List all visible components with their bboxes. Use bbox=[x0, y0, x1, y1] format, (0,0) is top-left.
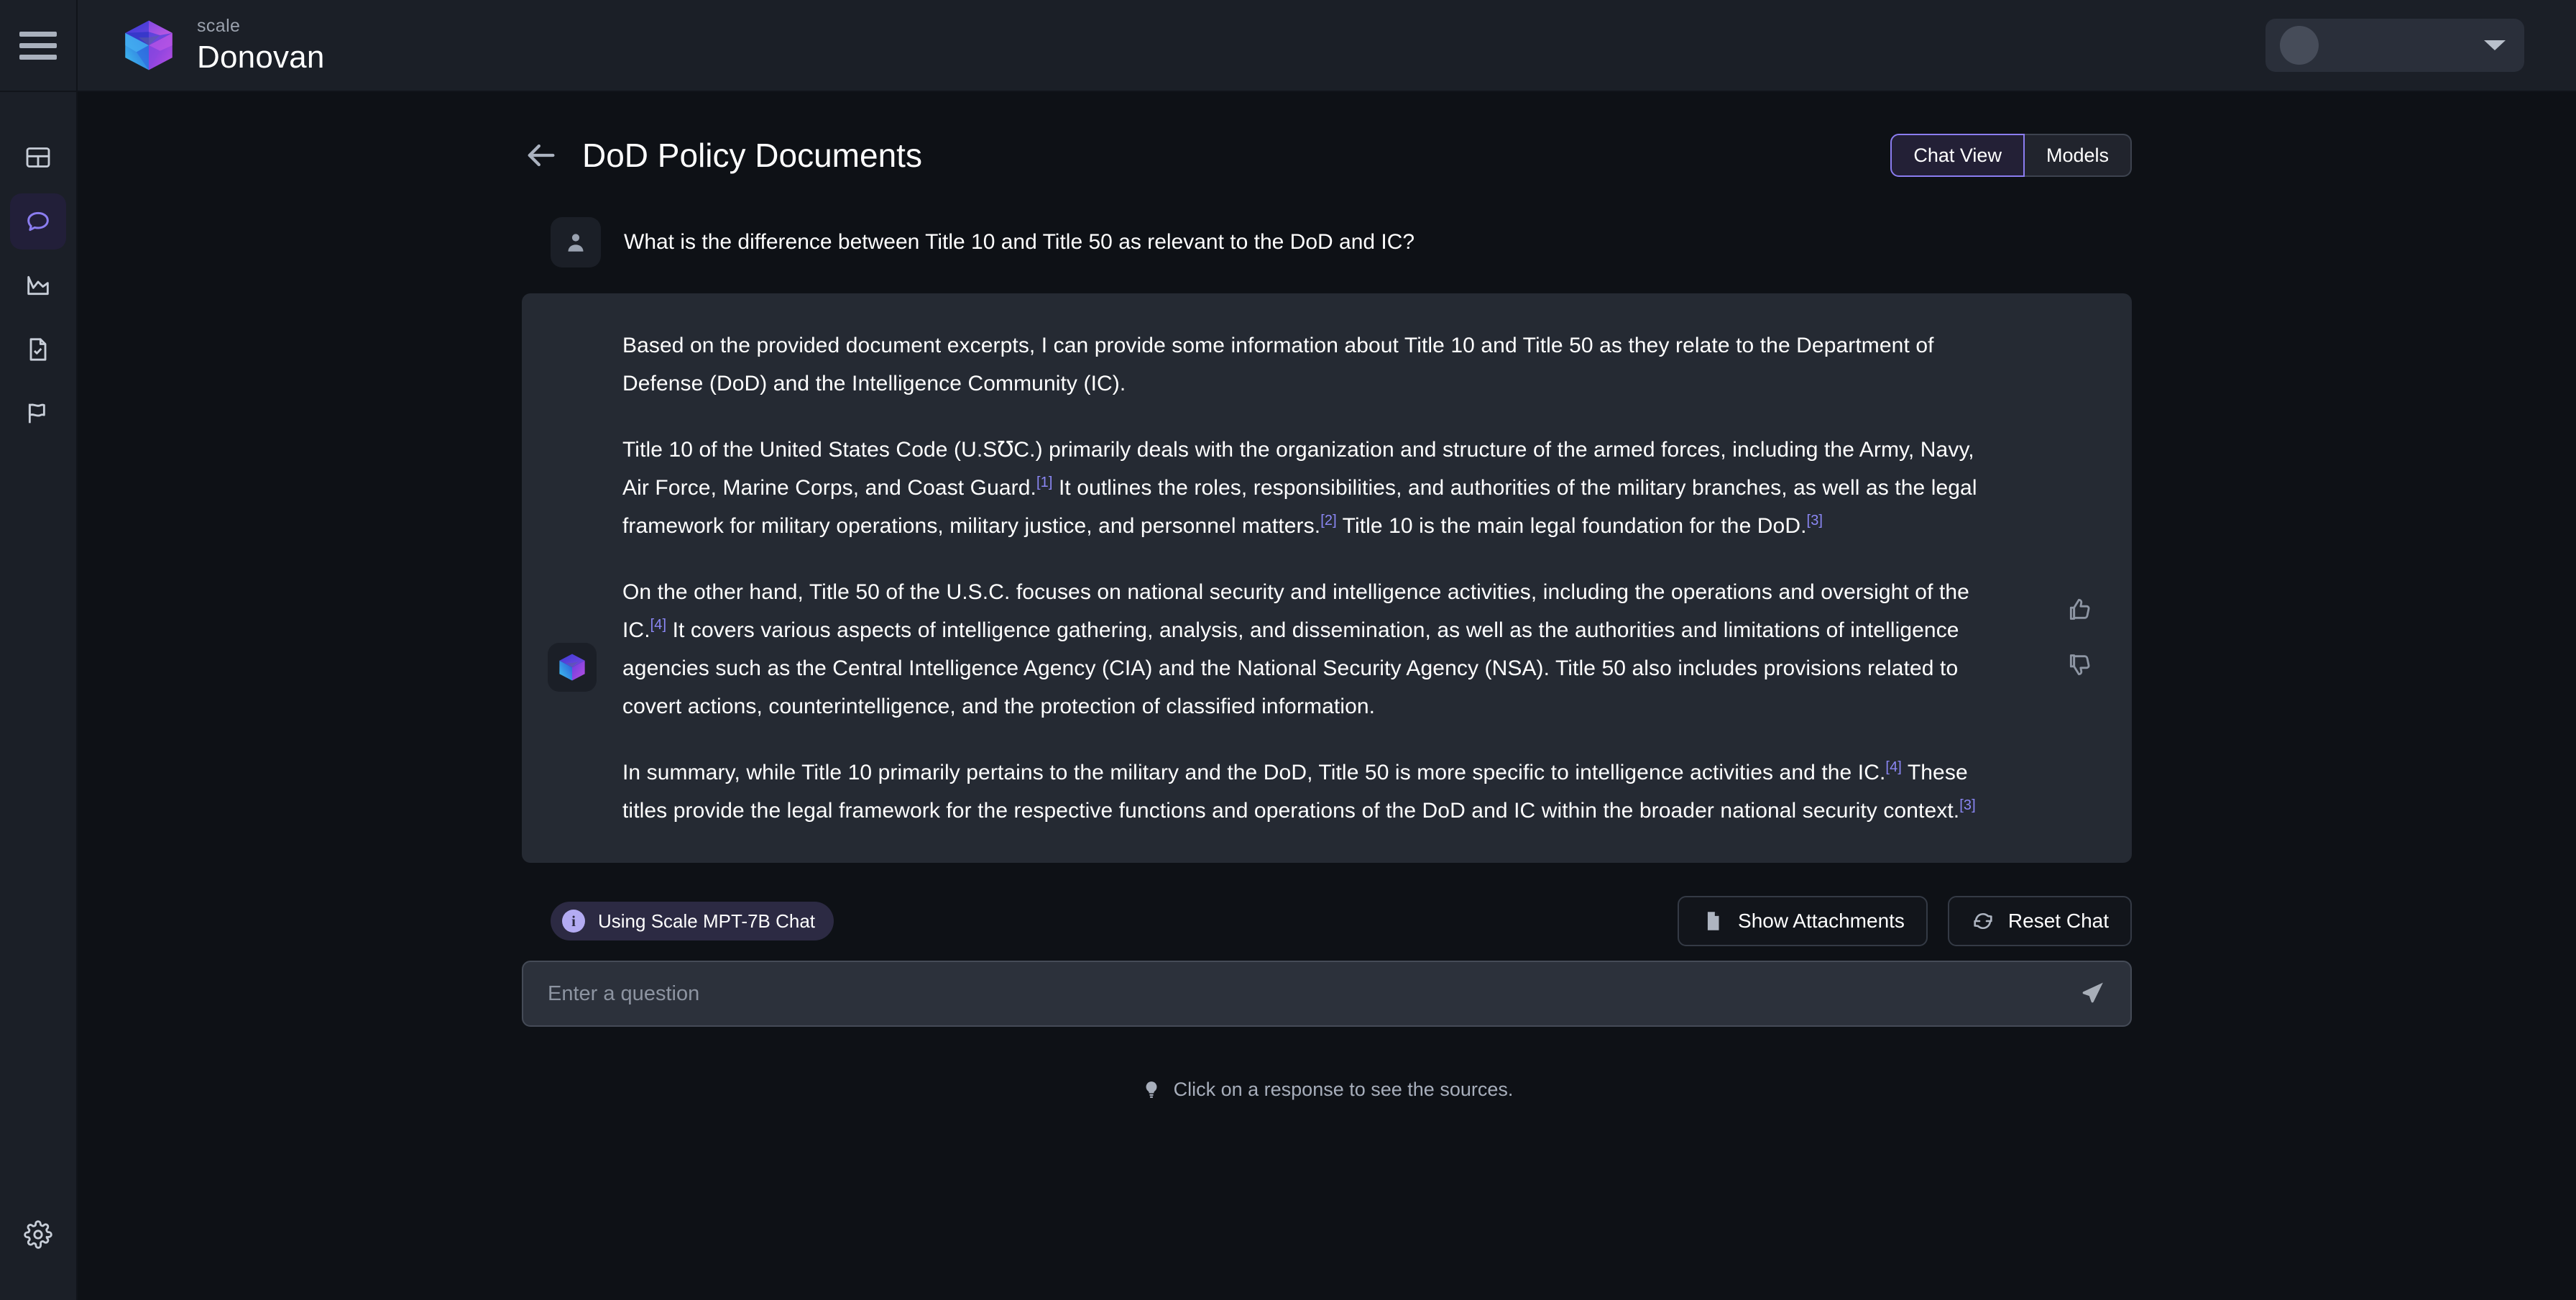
assistant-paragraph: On the other hand, Title 50 of the U.S.C… bbox=[622, 580, 1969, 718]
scale-donovan-cube-logo bbox=[559, 654, 585, 681]
thumbs-up-icon[interactable] bbox=[2066, 595, 2094, 624]
show-attachments-button[interactable]: Show Attachments bbox=[1678, 896, 1928, 946]
brand-text: scale Donovan bbox=[197, 17, 325, 73]
page-header: DoD Policy Documents Chat View Models bbox=[522, 134, 2132, 177]
model-badge-label: Using Scale MPT-7B Chat bbox=[598, 910, 816, 932]
sidebar bbox=[0, 92, 78, 1300]
citation-link[interactable]: [3] bbox=[1807, 513, 1823, 528]
assistant-paragraph: Based on the provided document excerpts,… bbox=[622, 334, 1934, 395]
thumbs-down-icon[interactable] bbox=[2066, 650, 2094, 679]
arrow-left-icon[interactable] bbox=[522, 137, 559, 174]
person-icon bbox=[568, 234, 584, 252]
send-paper-plane-icon[interactable] bbox=[2077, 979, 2107, 1009]
tab-chat-view[interactable]: Chat View bbox=[1890, 134, 2025, 177]
sources-hint-text: Click on a response to see the sources. bbox=[1173, 1079, 1514, 1100]
top-bar: scale Donovan bbox=[0, 0, 2576, 92]
brand-block[interactable]: scale Donovan bbox=[78, 17, 325, 73]
chat-bubble-icon bbox=[27, 211, 49, 232]
sidebar-item-settings[interactable] bbox=[10, 1207, 66, 1263]
assistant-response-card[interactable]: Based on the provided document excerpts,… bbox=[522, 293, 2132, 863]
document-icon bbox=[1707, 912, 1719, 930]
sidebar-item-dashboard[interactable] bbox=[10, 129, 66, 186]
brand-donovan-label: Donovan bbox=[197, 40, 325, 75]
show-attachments-label: Show Attachments bbox=[1738, 910, 1905, 932]
page-title: DoD Policy Documents bbox=[582, 137, 922, 174]
assistant-paragraph: In summary, while Title 10 primarily per… bbox=[622, 759, 1976, 823]
citation-link[interactable]: [3] bbox=[1959, 797, 1976, 813]
brand-scale-label: scale bbox=[197, 16, 241, 36]
user-avatar bbox=[551, 217, 601, 267]
sidebar-item-analytics[interactable] bbox=[10, 257, 66, 313]
gear-icon bbox=[24, 1220, 52, 1249]
assistant-paragraph: Title 10 of the United States Code (U.S℧… bbox=[622, 438, 1977, 538]
grid-dashboard-icon bbox=[26, 147, 50, 168]
citation-link[interactable]: [1] bbox=[1036, 475, 1053, 490]
citation-link[interactable]: [4] bbox=[1885, 759, 1902, 775]
bar-chart-icon bbox=[27, 275, 49, 296]
model-badge[interactable]: i Using Scale MPT-7B Chat bbox=[551, 902, 834, 940]
chat-area: What is the difference between Title 10 … bbox=[522, 217, 2132, 1101]
sidebar-item-chat[interactable] bbox=[10, 193, 66, 250]
user-message-text: What is the difference between Title 10 … bbox=[624, 230, 1415, 254]
scale-donovan-cube-logo bbox=[125, 20, 172, 70]
composer bbox=[522, 961, 2132, 1027]
search-input[interactable] bbox=[522, 961, 2132, 1027]
feedback-controls bbox=[2066, 595, 2094, 679]
tab-models[interactable]: Models bbox=[2024, 134, 2132, 177]
sources-hint: Click on a response to see the sources. bbox=[522, 1079, 2132, 1101]
main-content: DoD Policy Documents Chat View Models Wh… bbox=[78, 92, 2576, 1300]
sidebar-item-documents[interactable] bbox=[10, 321, 66, 377]
document-check-icon bbox=[29, 338, 47, 361]
assistant-avatar bbox=[548, 643, 597, 692]
assistant-gutter bbox=[522, 326, 622, 830]
hamburger-menu-icon[interactable] bbox=[19, 31, 57, 60]
citation-link[interactable]: [4] bbox=[650, 617, 667, 633]
chat-toolbar: i Using Scale MPT-7B Chat Show Attachmen… bbox=[522, 896, 2132, 946]
view-toggle: Chat View Models bbox=[1890, 134, 2132, 177]
citation-link[interactable]: [2] bbox=[1320, 513, 1337, 528]
avatar bbox=[2280, 26, 2319, 65]
flag-icon bbox=[28, 403, 45, 424]
lightbulb-icon bbox=[1146, 1081, 1157, 1098]
menu-button-zone[interactable] bbox=[0, 0, 78, 91]
info-circle-icon: i bbox=[562, 910, 585, 933]
sidebar-item-flags[interactable] bbox=[10, 385, 66, 441]
user-message-row: What is the difference between Title 10 … bbox=[522, 217, 2132, 267]
reset-chat-label: Reset Chat bbox=[2007, 910, 2109, 932]
chevron-down-icon[interactable] bbox=[2484, 40, 2506, 50]
assistant-answer-body: Based on the provided document excerpts,… bbox=[622, 326, 2100, 830]
refresh-icon bbox=[1974, 912, 1992, 930]
account-menu[interactable] bbox=[2266, 19, 2524, 72]
body-row: DoD Policy Documents Chat View Models Wh… bbox=[0, 92, 2576, 1300]
reset-chat-button[interactable]: Reset Chat bbox=[1947, 896, 2132, 946]
